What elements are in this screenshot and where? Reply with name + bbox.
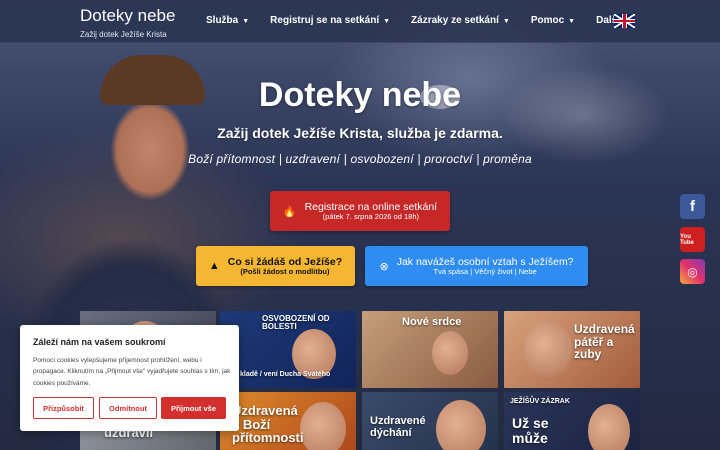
site-header: Doteky nebe Zažij dotek Ježíše Krista Sl… — [0, 0, 720, 43]
nav-label: Pomoc — [530, 15, 565, 26]
prayer-label: Co si žádáš od Ježíše? — [227, 255, 343, 268]
nav-label: Registruj se na setkání — [270, 15, 380, 26]
cookie-text: Pomocí cookies vylepšujeme příjemnost pr… — [33, 357, 231, 387]
life-ring-icon: ⊗ — [379, 260, 389, 273]
video-caption: Uzdravená v Boží přítomnosti — [232, 403, 304, 446]
video-thumbnail[interactable]: OSVOBOZENÍ OD BOLESTI kladě / vení Ducha… — [220, 311, 356, 388]
relationship-sublabel: Tvá spása | Věčný život | Nebe — [433, 266, 537, 276]
face-image — [588, 404, 630, 450]
face-image — [432, 331, 468, 375]
register-date: (pátek 7. srpna 2026 od 18h) — [322, 211, 419, 221]
chevron-down-icon: ▼ — [242, 18, 250, 25]
customize-button[interactable]: Přizpůsobit — [33, 397, 94, 419]
register-label: Registrace na online setkání — [304, 200, 438, 213]
video-caption: Nové srdce — [402, 316, 462, 328]
video-thumbnail[interactable]: Uzdravená pátěř a zuby — [504, 311, 640, 388]
instagram-icon[interactable]: ◎ — [680, 259, 705, 284]
cookie-consent-dialog: Záleží nám na vašem soukromí Pomocí cook… — [20, 325, 239, 431]
main-nav: Služba ▼ Registruj se na setkání ▼ Zázraky… — [206, 15, 652, 26]
cookie-title: Záleží nám na vašem soukromí — [33, 337, 166, 347]
video-caption: Uzdravené dýchání — [370, 415, 426, 439]
hero-subtitle: Zažij dotek Ježíše Krista, služba je zda… — [217, 125, 503, 141]
prayer-sublabel: (Pošli žádost o modlitbu) — [240, 266, 330, 276]
brand-subtitle: Zažij dotek Ježíše Krista — [80, 30, 167, 39]
flame-icon: 🔥 — [282, 205, 297, 218]
video-subcaption: kladě / vení Ducha Svatého — [240, 371, 331, 378]
video-caption: OSVOBOZENÍ OD BOLESTI — [262, 314, 330, 332]
praying-hands-icon: ▲ — [208, 260, 220, 272]
prayer-request-button[interactable]: ▲ Co si žádáš od Ježíše? (Pošli žádost o… — [196, 246, 355, 286]
relationship-label: Jak navážeš osobní vztah s Ježíšem? — [396, 255, 574, 268]
nav-label: Zázraky ze setkání — [411, 15, 499, 26]
hero-tagline: Boží přítomnost | uzdravení | osvobození… — [188, 152, 532, 166]
video-thumbnail[interactable]: Nové srdce — [362, 311, 498, 388]
video-thumbnail[interactable]: Uzdravená v Boží přítomnosti — [220, 392, 356, 450]
nav-item-sluzba[interactable]: Služba ▼ — [206, 15, 249, 26]
facebook-icon[interactable]: f — [680, 194, 705, 219]
chevron-down-icon: ▼ — [568, 18, 576, 25]
nav-label: Služba — [206, 15, 239, 26]
youtube-icon[interactable]: You Tube — [680, 227, 705, 252]
accept-all-button[interactable]: Přijmout vše — [161, 397, 226, 419]
video-caption: Uzdravená pátěř a zuby — [574, 322, 635, 362]
face-image — [436, 400, 486, 450]
hero-title: Doteky nebe — [258, 76, 462, 114]
uk-flag-icon[interactable] — [614, 14, 635, 28]
face-image — [524, 321, 572, 377]
relationship-button[interactable]: ⊗ Jak navážeš osobní vztah s Ježíšem? Tv… — [365, 246, 588, 286]
brand[interactable]: Doteky nebe Zažij dotek Ježíše Krista — [80, 6, 175, 39]
face-image — [300, 402, 346, 450]
video-subcaption: Už se může — [512, 415, 549, 446]
nav-item-zazraky[interactable]: Zázraky ze setkání ▼ — [411, 15, 510, 26]
video-caption: JEŽÍŠŮV ZÁZRAK — [510, 398, 570, 405]
reject-button[interactable]: Odmítnout — [99, 397, 157, 419]
register-button[interactable]: 🔥 Registrace na online setkání (pátek 7.… — [270, 191, 450, 231]
brand-title[interactable]: Doteky nebe — [80, 6, 175, 26]
nav-item-registruj[interactable]: Registruj se na setkání ▼ — [270, 15, 390, 26]
chevron-down-icon: ▼ — [502, 18, 510, 25]
chevron-down-icon: ▼ — [383, 18, 391, 25]
video-thumbnail[interactable]: Uzdravené dýchání — [362, 392, 498, 450]
video-thumbnail[interactable]: JEŽÍŠŮV ZÁZRAK Už se může — [504, 392, 640, 450]
nav-item-pomoc[interactable]: Pomoc ▼ — [531, 15, 575, 26]
